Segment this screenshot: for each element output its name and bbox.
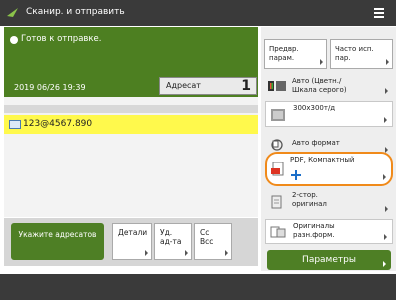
recipient-list: 123@4567.890	[4, 97, 258, 217]
setting-label: PDF, Компактный	[290, 156, 355, 164]
delete-destination-button[interactable]: Уд. ад-та	[154, 223, 192, 260]
auto-size-icon	[271, 139, 283, 151]
plus-icon	[291, 170, 301, 180]
destination-counter[interactable]: Адресат 1	[159, 77, 257, 95]
destination-count: 1	[241, 78, 251, 94]
recipient-address: 123@4567.890	[23, 119, 93, 129]
setting-label: Оригиналы разн.форм.	[293, 222, 335, 239]
setting-label: 300x300т/д	[293, 104, 336, 112]
options-label: Параметры	[302, 255, 356, 265]
scan-send-icon	[7, 8, 18, 17]
status-dot-icon	[10, 36, 18, 44]
menu-button[interactable]	[364, 3, 394, 23]
color-mode-setting[interactable]: Авто (Цветн./ Шкала серого)	[265, 75, 393, 97]
arrow-icon	[185, 250, 188, 256]
list-header	[4, 105, 258, 113]
tab-preset-settings[interactable]: Предвр. парам.	[264, 39, 327, 69]
setting-label: 2-стор. оригинал	[292, 191, 327, 208]
status-text: Готов к отправке.	[21, 34, 102, 44]
setting-label: Авто формат	[292, 139, 340, 147]
settings-tabs: Предвр. парам. Часто исп. пар.	[264, 39, 394, 69]
arrow-icon	[225, 250, 228, 256]
list-item[interactable]: 123@4567.890	[4, 115, 258, 134]
details-button[interactable]: Детали	[112, 223, 152, 260]
destination-label: Адресат	[166, 81, 201, 90]
cc-bcc-button[interactable]: Cc Bcc	[194, 223, 232, 260]
status-panel: Готов к отправке. 2019 06/26 19:39 Адрес…	[4, 27, 258, 97]
two-sided-original-icon	[271, 195, 282, 209]
color-mode-icon	[268, 81, 286, 91]
options-button[interactable]: Параметры	[267, 250, 391, 270]
settings-panel: Предвр. парам. Часто исп. пар. Авто (Цве…	[261, 27, 396, 271]
title-bar: Сканир. и отправить	[0, 0, 396, 26]
email-icon	[9, 120, 21, 129]
pdf-file-icon	[271, 162, 284, 176]
specify-recipients-button[interactable]: Укажите адресатов	[11, 223, 104, 260]
two-sided-setting[interactable]: 2-стор. оригинал	[265, 189, 393, 215]
resolution-icon	[271, 109, 285, 121]
mixed-originals-setting[interactable]: Оригиналы разн.форм.	[265, 219, 393, 244]
action-bar: Укажите адресатов Детали Уд. ад-та Cc Bc…	[4, 218, 258, 266]
app-title: Сканир. и отправить	[26, 7, 125, 17]
resolution-setting[interactable]: 300x300т/д	[265, 101, 393, 127]
file-format-setting[interactable]: PDF, Компактный	[265, 152, 393, 186]
arrow-icon	[145, 250, 148, 256]
status-bar	[0, 274, 396, 300]
tab-favorite-settings[interactable]: Часто исп. пар.	[330, 39, 393, 69]
menu-icon	[374, 8, 384, 10]
setting-label: Авто (Цветн./ Шкала серого)	[292, 77, 347, 94]
datetime: 2019 06/26 19:39	[14, 83, 86, 92]
mixed-originals-icon	[270, 226, 286, 238]
